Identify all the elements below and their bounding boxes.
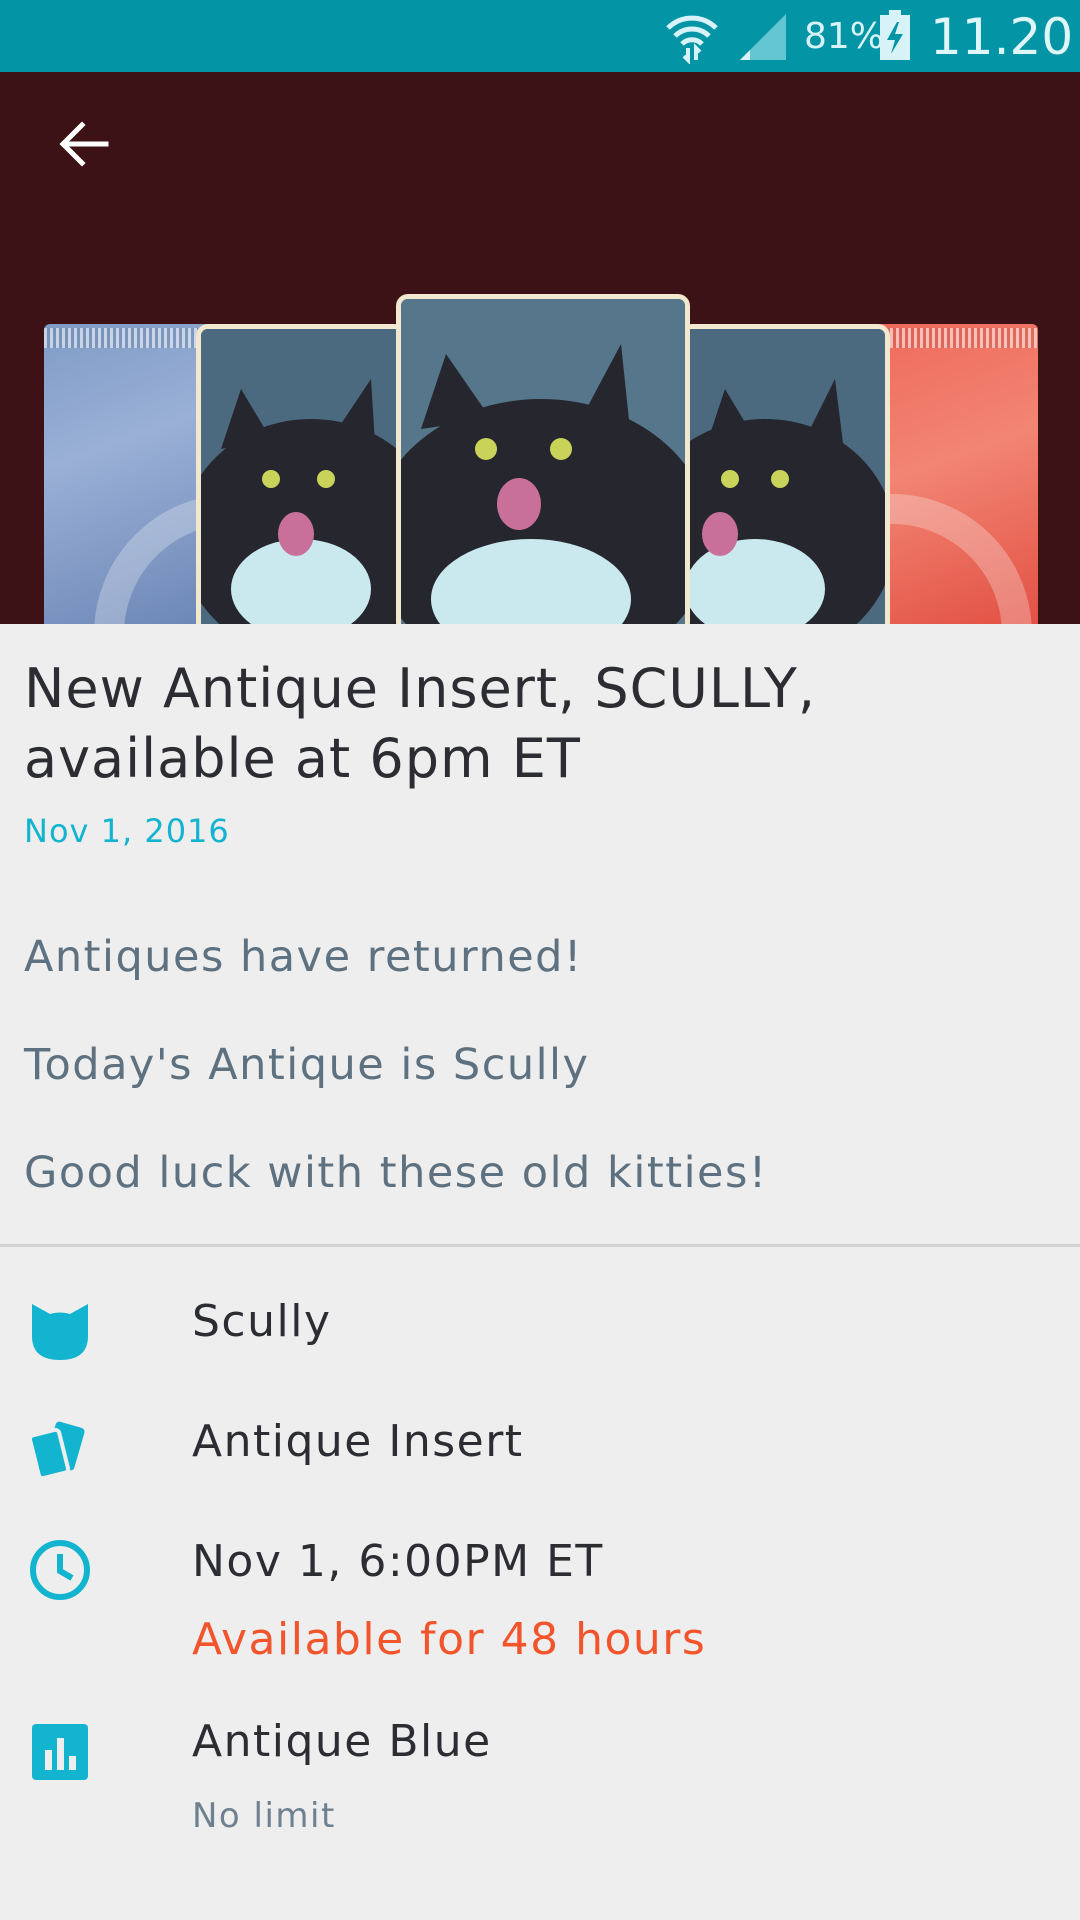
divider xyxy=(0,1244,1080,1247)
bar-chart-icon xyxy=(32,1724,88,1780)
release-time: Nov 1, 6:00PM ET xyxy=(192,1536,604,1587)
cat-card-right xyxy=(680,324,890,624)
header-image xyxy=(0,72,1080,624)
cards-icon xyxy=(28,1421,85,1481)
cat-card-center xyxy=(396,294,690,624)
cat-card-left xyxy=(196,324,406,624)
availability-text: Available for 48 hours xyxy=(192,1614,707,1665)
card-type: Antique Insert xyxy=(192,1416,524,1467)
arrow-back-icon[interactable] xyxy=(52,112,116,176)
card-pack-blue xyxy=(44,324,214,624)
battery-charging-icon xyxy=(880,10,910,60)
cat-head-icon xyxy=(32,1304,88,1360)
article-title: New Antique Insert, SCULLY, available at… xyxy=(24,657,817,790)
rarity-limit: No limit xyxy=(192,1796,336,1836)
cell-signal-icon xyxy=(740,14,786,60)
status-bar: 81% 11.20 xyxy=(0,0,1080,72)
battery-percent: 81% xyxy=(804,16,885,57)
article-date: Nov 1, 2016 xyxy=(24,812,230,850)
rarity-name: Antique Blue xyxy=(192,1716,492,1767)
clock-icon xyxy=(30,1540,90,1600)
wifi-icon xyxy=(666,15,718,64)
article-paragraph: Good luck with these old kitties! xyxy=(24,1148,768,1198)
cat-name: Scully xyxy=(192,1296,332,1347)
card-pack-red xyxy=(872,324,1038,624)
status-clock: 11.20 xyxy=(930,8,1074,66)
article-paragraph: Antiques have returned! xyxy=(24,932,583,982)
article-paragraph: Today's Antique is Scully xyxy=(24,1040,590,1090)
